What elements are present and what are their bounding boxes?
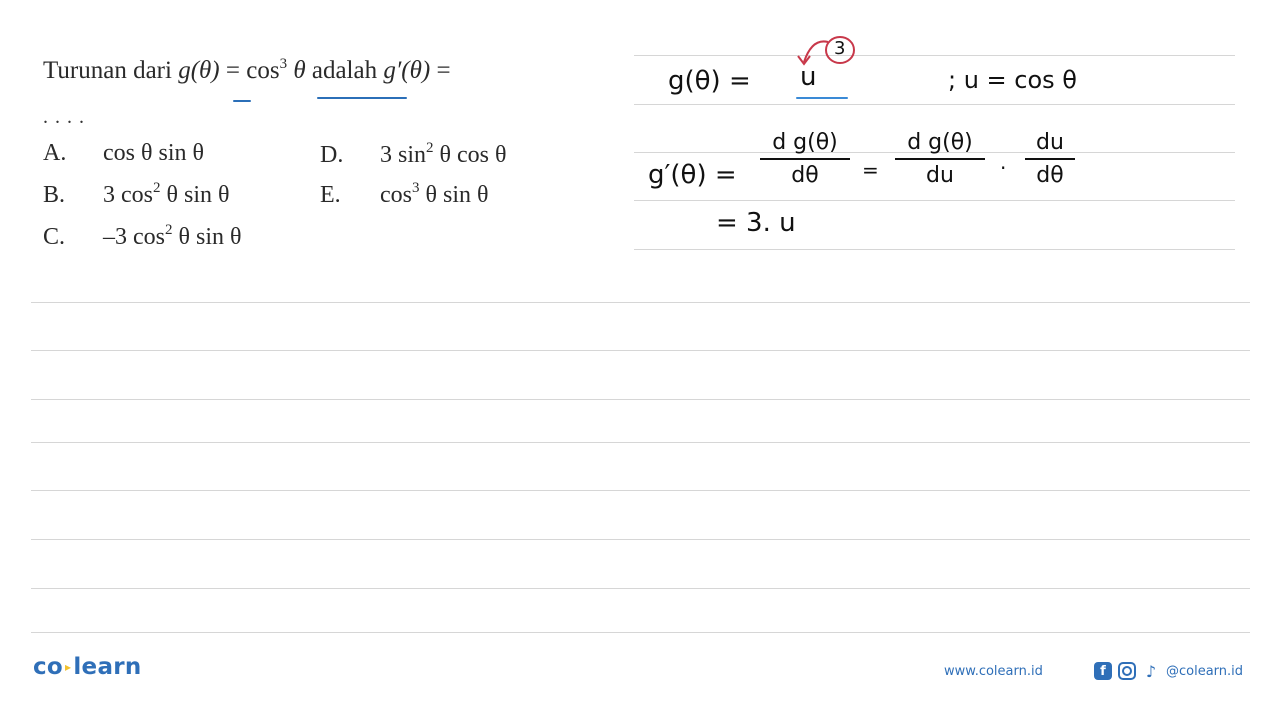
fraction-denominator: dθ — [791, 163, 819, 188]
ruled-line — [31, 302, 1250, 303]
hand-fraction-3: du dθ — [1025, 130, 1075, 188]
fraction-bar — [895, 158, 985, 160]
fraction-denominator: du — [926, 163, 954, 188]
option-exponent: 2 — [165, 222, 173, 238]
hand-line2-lhs: g′(θ) = — [648, 160, 737, 190]
option-a[interactable]: A. cos θ sin θ — [43, 140, 204, 167]
logo-text-right: learn — [73, 654, 142, 680]
fraction-bar — [1025, 158, 1075, 160]
option-label: E. — [320, 182, 341, 208]
option-d[interactable]: D. 3 sin2 θ cos θ — [320, 140, 507, 169]
option-exponent: 3 — [412, 180, 420, 196]
cube-exponent: 3 — [279, 56, 288, 72]
ruled-line — [634, 249, 1235, 250]
ruled-line — [31, 632, 1250, 633]
ruled-line — [31, 539, 1250, 540]
option-text-post: θ cos θ — [433, 142, 507, 168]
ruled-line — [31, 399, 1250, 400]
ruled-line — [31, 588, 1250, 589]
website-link[interactable]: www.colearn.id — [944, 664, 1043, 679]
hand-underline-u — [796, 97, 848, 99]
option-text: –3 cos — [103, 224, 165, 250]
hand-equals: = — [862, 158, 879, 182]
option-label: D. — [320, 142, 344, 168]
cos-label: cos — [246, 57, 280, 84]
hand-fraction-1: d g(θ) dθ — [760, 130, 850, 188]
option-b[interactable]: B. 3 cos2 θ sin θ — [43, 180, 230, 209]
cos-term: cos3 θ — [246, 56, 306, 84]
fraction-numerator: d g(θ) — [907, 130, 973, 155]
logo-arrow-icon: ▸ — [65, 660, 72, 674]
equals-sign-2: = — [430, 57, 451, 84]
option-text-post: θ sin θ — [160, 182, 230, 208]
option-e[interactable]: E. cos3 θ sin θ — [320, 180, 489, 209]
option-text: 3 cos — [103, 182, 153, 208]
red-circle-annotation — [797, 36, 855, 66]
hand-line1-left: g(θ) = — [668, 66, 751, 96]
option-text: 3 sin — [380, 142, 427, 168]
question-middle: adalah — [305, 57, 384, 84]
hand-fraction-2: d g(θ) du — [895, 130, 985, 188]
option-text-post: θ sin θ — [419, 182, 489, 208]
option-text: cos θ sin θ — [103, 140, 204, 166]
g-prime: g′(θ) — [383, 57, 431, 84]
logo-text-left: co — [33, 654, 64, 680]
social-handle[interactable]: @colearn.id — [1166, 664, 1243, 679]
option-text: cos — [380, 182, 412, 208]
question-text: Turunan dari g(θ) = cos3 θ adalah g′(θ) … — [43, 56, 451, 85]
ruled-line — [31, 442, 1250, 443]
option-label: C. — [43, 224, 66, 250]
tiktok-icon[interactable]: ♪ — [1142, 662, 1160, 681]
question-prefix: Turunan dari — [43, 57, 179, 84]
fraction-numerator: du — [1036, 130, 1064, 155]
social-links: f ♪ @colearn.id — [1094, 662, 1243, 681]
fraction-bar — [760, 158, 850, 160]
fraction-numerator: d g(θ) — [772, 130, 838, 155]
ruled-line — [634, 200, 1235, 201]
option-exponent: 2 — [426, 140, 434, 156]
colearn-logo: co ▸learn — [33, 654, 142, 680]
hand-line3: = 3. u — [716, 208, 796, 238]
answer-blank: .... — [43, 106, 91, 128]
annotation-underline-cos3 — [317, 97, 407, 99]
fraction-denominator: dθ — [1036, 163, 1064, 188]
ruled-line — [634, 104, 1235, 105]
hand-line1-right: ; u = cos θ — [948, 66, 1077, 94]
theta: θ — [287, 57, 306, 84]
ruled-line — [31, 490, 1250, 491]
option-exponent: 2 — [153, 180, 161, 196]
hand-dot: · — [1000, 156, 1007, 180]
ruled-line — [31, 350, 1250, 351]
annotation-underline-g — [233, 100, 251, 102]
facebook-icon[interactable]: f — [1094, 662, 1112, 680]
ruled-line — [634, 55, 1235, 56]
instagram-icon[interactable] — [1118, 662, 1136, 680]
option-label: A. — [43, 140, 67, 166]
hand-exponent-3: 3 — [834, 38, 846, 59]
option-label: B. — [43, 182, 66, 208]
option-text-post: θ sin θ — [172, 224, 242, 250]
option-c[interactable]: C. –3 cos2 θ sin θ — [43, 222, 242, 251]
g-theta: g(θ) — [178, 57, 220, 84]
equals-sign: = — [219, 57, 247, 84]
